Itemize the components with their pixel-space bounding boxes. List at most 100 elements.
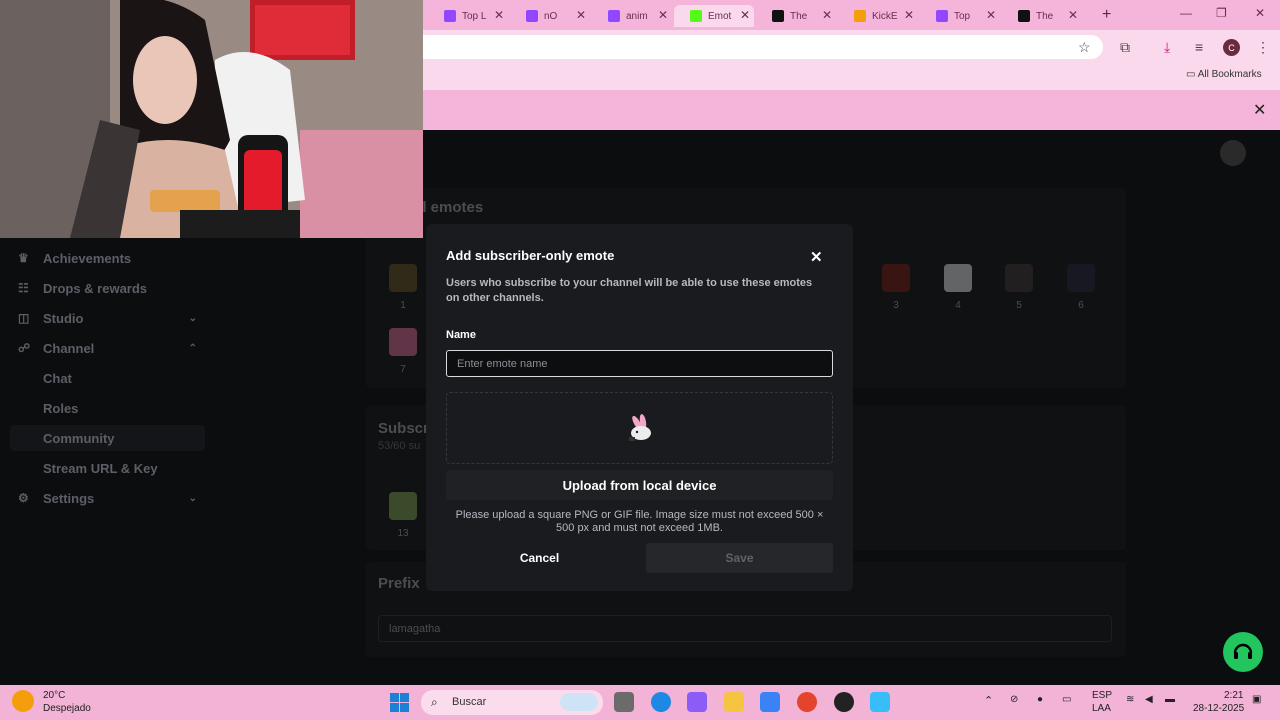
emote-slot[interactable]: 1 bbox=[388, 264, 418, 311]
save-button[interactable]: Save bbox=[646, 543, 833, 573]
copilot-icon[interactable] bbox=[687, 692, 707, 712]
site-icon bbox=[772, 10, 784, 22]
emote-slot[interactable]: 5 bbox=[1004, 264, 1034, 311]
minimize-icon[interactable]: — bbox=[1180, 6, 1192, 20]
restore-icon[interactable]: ❐ bbox=[1216, 6, 1227, 20]
weather-description: Despejado bbox=[43, 703, 91, 714]
media-control-icon[interactable]: ≡ bbox=[1195, 39, 1203, 55]
battery-icon[interactable]: ▬ bbox=[1165, 694, 1175, 705]
emote-number: 13 bbox=[397, 528, 409, 539]
browser-tab[interactable]: anim ✕ bbox=[592, 5, 672, 27]
browser-tab[interactable]: Emot ✕ bbox=[674, 5, 754, 27]
tab-close-icon[interactable]: ✕ bbox=[494, 8, 504, 22]
tab-close-icon[interactable]: ✕ bbox=[904, 8, 914, 22]
info-banner bbox=[423, 90, 1280, 130]
subscriber-emote-slot[interactable]: 13 bbox=[388, 492, 418, 539]
kebab-menu-icon[interactable]: ⋮ bbox=[1256, 39, 1270, 56]
tab-close-icon[interactable]: ✕ bbox=[658, 8, 668, 22]
emote-slot[interactable]: 4 bbox=[943, 264, 973, 311]
sidebar-item-stream-url-key[interactable]: Stream URL & Key bbox=[10, 455, 205, 481]
emote-number: 1 bbox=[400, 300, 406, 311]
chrome-icon[interactable] bbox=[797, 692, 817, 712]
network-off-icon[interactable]: ⊘ bbox=[1010, 694, 1018, 705]
emote-slot[interactable]: 6 bbox=[1066, 264, 1096, 311]
volume-icon[interactable]: ◀ bbox=[1145, 694, 1153, 705]
tab-close-icon[interactable]: ✕ bbox=[822, 8, 832, 22]
chevron-down-icon: ⌄ bbox=[188, 312, 197, 324]
store-icon[interactable] bbox=[760, 692, 780, 712]
emote-slot[interactable]: 3 bbox=[881, 264, 911, 311]
browser-tab[interactable]: The ✕ bbox=[756, 5, 836, 27]
prefix-heading: Prefix bbox=[378, 575, 420, 592]
emote-slot[interactable]: 7 bbox=[388, 328, 418, 375]
browser-tab[interactable]: nO ✕ bbox=[510, 5, 590, 27]
user-avatar[interactable] bbox=[1220, 140, 1246, 166]
sidebar-item-achievements[interactable]: ♛ Achievements bbox=[10, 245, 205, 271]
browser-tab[interactable]: The ✕ bbox=[1002, 5, 1082, 27]
emote-thumbnail bbox=[389, 264, 417, 292]
tray-chevron-icon[interactable]: ⌃ bbox=[984, 694, 993, 707]
emote-thumbnail bbox=[1005, 264, 1033, 292]
prefix-input[interactable]: lamagatha bbox=[378, 615, 1112, 642]
weather-icon[interactable] bbox=[12, 690, 34, 712]
clock-date[interactable]: 28-12-2025 bbox=[1193, 703, 1244, 714]
twitch-icon bbox=[444, 10, 456, 22]
studio-icon: ◫ bbox=[18, 311, 30, 325]
emote-number: 6 bbox=[1078, 300, 1084, 311]
browser-tab[interactable]: Top L ✕ bbox=[428, 5, 508, 27]
emote-name-input[interactable] bbox=[446, 350, 833, 377]
browser-tab[interactable]: KickE ✕ bbox=[838, 5, 918, 27]
tab-close-icon[interactable]: ✕ bbox=[986, 8, 996, 22]
display-icon[interactable]: ▭ bbox=[1062, 694, 1071, 705]
banner-close-icon[interactable]: ✕ bbox=[1253, 100, 1266, 120]
obs-icon[interactable] bbox=[834, 692, 854, 712]
sidebar-item-label: Studio bbox=[43, 310, 84, 326]
tab-close-icon[interactable]: ✕ bbox=[740, 8, 750, 22]
emote-thumbnail bbox=[1067, 264, 1095, 292]
help-chat-button[interactable] bbox=[1223, 632, 1263, 672]
tab-title: KickE bbox=[872, 10, 898, 22]
close-window-icon[interactable]: ✕ bbox=[1255, 6, 1265, 20]
all-bookmarks[interactable]: ▭ All Bookmarks bbox=[1186, 69, 1262, 80]
clock-time[interactable]: 2:21 bbox=[1224, 690, 1243, 701]
address-bar[interactable] bbox=[423, 35, 1103, 59]
start-button[interactable] bbox=[390, 693, 409, 712]
browser-tab[interactable]: Top ✕ bbox=[920, 5, 1000, 27]
extensions-icon[interactable]: ⧉ bbox=[1120, 39, 1130, 56]
sidebar-item-studio[interactable]: ◫ Studio ⌄ bbox=[10, 305, 205, 331]
task-view-icon[interactable] bbox=[614, 692, 634, 712]
modal-close-icon[interactable]: ✕ bbox=[810, 248, 823, 266]
headset-icon bbox=[1233, 643, 1253, 659]
gift-icon: ☷ bbox=[18, 281, 29, 295]
search-icon: ⌕ bbox=[431, 695, 438, 709]
tab-close-icon[interactable]: ✕ bbox=[576, 8, 586, 22]
download-icon[interactable]: ⤓ bbox=[1164, 39, 1170, 56]
upload-button[interactable]: Upload from local device bbox=[446, 470, 833, 500]
microphone-icon[interactable]: ● bbox=[1037, 694, 1043, 705]
notification-icon[interactable]: ▣ bbox=[1252, 694, 1261, 705]
webcam-overlay bbox=[0, 0, 423, 238]
sidebar-item-community[interactable]: Community bbox=[10, 425, 205, 451]
new-tab-button[interactable]: + bbox=[1102, 6, 1111, 24]
sidebar-item-drops-rewards[interactable]: ☷ Drops & rewards bbox=[10, 275, 205, 301]
tab-close-icon[interactable]: ✕ bbox=[1068, 8, 1078, 22]
folder-icon: ▭ bbox=[1186, 69, 1198, 80]
bookmark-star-icon[interactable]: ☆ bbox=[1078, 39, 1091, 56]
bookmarks-bar bbox=[423, 63, 1280, 90]
profile-avatar[interactable]: C bbox=[1223, 39, 1240, 56]
upload-dropzone[interactable] bbox=[446, 392, 833, 464]
cancel-button[interactable]: Cancel bbox=[446, 543, 633, 573]
language-bottom[interactable]: LAA bbox=[1092, 703, 1111, 714]
wifi-icon[interactable]: ≋ bbox=[1126, 694, 1134, 705]
streamer-camera-image bbox=[0, 0, 423, 238]
sidebar-item-settings[interactable]: ⚙ Settings ⌄ bbox=[10, 485, 205, 511]
file-explorer-icon[interactable] bbox=[724, 692, 744, 712]
app-icon[interactable] bbox=[870, 692, 890, 712]
sidebar-item-label: Channel bbox=[43, 340, 95, 356]
edge-icon[interactable] bbox=[651, 692, 671, 712]
sidebar-item-channel[interactable]: ☍ Channel ⌃ bbox=[10, 335, 205, 361]
language-top[interactable]: ESP bbox=[1092, 690, 1112, 701]
sidebar-item-roles[interactable]: Roles bbox=[10, 395, 205, 421]
sidebar-item-chat[interactable]: Chat bbox=[10, 365, 205, 391]
upload-hint: Please upload a square PNG or GIF file. … bbox=[455, 509, 824, 534]
